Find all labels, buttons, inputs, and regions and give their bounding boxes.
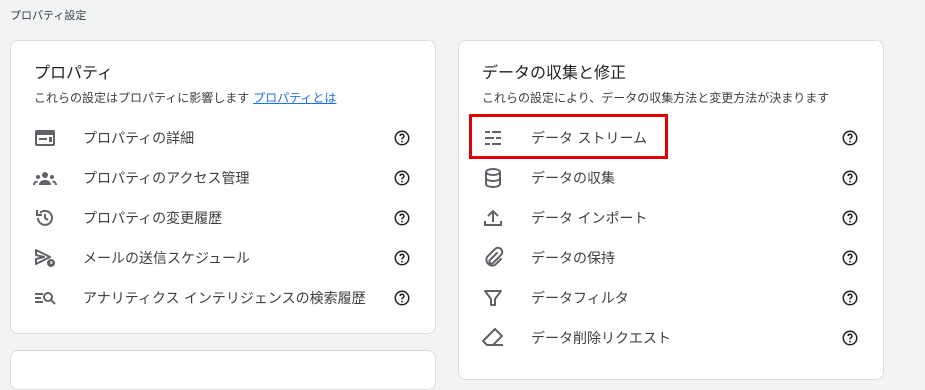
item-label: データの収集 (531, 171, 615, 187)
data-card-description: これらの設定により、データの収集方法と変更方法が決まります (482, 91, 830, 105)
highlight-box (469, 114, 668, 159)
eraser-icon (482, 328, 503, 346)
item-label: メールの送信スケジュール (83, 251, 251, 267)
item-property-history[interactable]: プロパティの変更履歴 (11, 198, 435, 238)
filter-icon (484, 290, 502, 306)
data-card-title: データの収集と修正 (482, 63, 627, 82)
item-email-schedule[interactable]: メールの送信スケジュール (11, 238, 435, 278)
upload-icon (484, 209, 502, 226)
item-data-collection[interactable]: データの収集 (459, 158, 883, 198)
property-help-link[interactable]: プロパティとは (253, 91, 336, 105)
item-label: データ削除リクエスト (531, 331, 671, 347)
property-details-icon (35, 130, 55, 146)
history-icon (36, 209, 53, 226)
help-icon[interactable] (841, 169, 859, 187)
item-data-import[interactable]: データ インポート (459, 198, 883, 238)
send-schedule-icon (35, 249, 55, 267)
item-intelligence-search-history[interactable]: アナリティクス インテリジェンスの検索履歴 (11, 278, 435, 318)
secondary-card (10, 350, 436, 390)
item-label: プロパティのアクセス管理 (83, 171, 250, 187)
item-label: プロパティの変更履歴 (83, 211, 223, 227)
help-icon[interactable] (841, 329, 859, 347)
help-icon[interactable] (841, 129, 859, 147)
search-history-icon (35, 292, 56, 305)
item-property-details[interactable]: プロパティの詳細 (11, 118, 435, 158)
item-data-retention[interactable]: データの保持 (459, 238, 883, 278)
help-icon[interactable] (841, 209, 859, 227)
item-label: データ インポート (531, 211, 648, 227)
help-icon[interactable] (393, 129, 411, 147)
property-card: プロパティ これらの設定はプロパティに影響します プロパティとは プロパティの詳… (10, 40, 436, 334)
people-icon (33, 172, 57, 186)
property-card-title: プロパティ (34, 63, 114, 82)
attachment-icon (485, 246, 504, 267)
item-data-deletion-requests[interactable]: データ削除リクエスト (459, 318, 883, 358)
item-data-filters[interactable]: データフィルタ (459, 278, 883, 318)
help-icon[interactable] (393, 209, 411, 227)
item-label: データフィルタ (531, 291, 629, 307)
database-icon (485, 168, 501, 189)
property-card-desc-text: これらの設定はプロパティに影響します (34, 91, 250, 105)
item-label: プロパティの詳細 (83, 131, 195, 147)
item-label: データの保持 (531, 251, 615, 267)
page-title: プロパティ設定 (10, 9, 87, 22)
help-icon[interactable] (393, 169, 411, 187)
help-icon[interactable] (841, 289, 859, 307)
help-icon[interactable] (841, 249, 859, 267)
property-card-description: これらの設定はプロパティに影響します プロパティとは (34, 89, 336, 106)
item-label: アナリティクス インテリジェンスの検索履歴 (83, 291, 366, 307)
help-icon[interactable] (393, 249, 411, 267)
help-icon[interactable] (393, 289, 411, 307)
item-property-access[interactable]: プロパティのアクセス管理 (11, 158, 435, 198)
data-collection-card: データの収集と修正 これらの設定により、データの収集方法と変更方法が決まります … (458, 40, 884, 380)
